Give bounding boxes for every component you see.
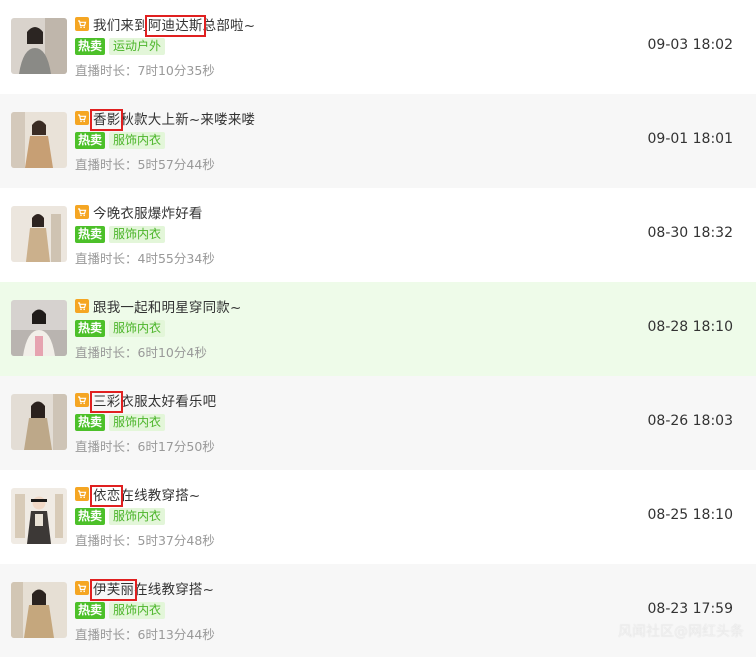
live-date: 08-23 17:59 — [647, 601, 733, 617]
live-replay-row[interactable]: 我们来到阿迪达斯总部啦~ 热卖 运动户外 直播时长：7时10分35秒 09-03… — [0, 0, 756, 94]
live-date: 08-30 18:32 — [647, 225, 733, 241]
live-thumbnail[interactable] — [11, 112, 67, 168]
shopping-cart-icon — [75, 393, 89, 407]
hot-sale-badge: 热卖 — [75, 508, 106, 525]
highlighted-brand: 伊芙丽 — [89, 579, 138, 601]
live-replay-row[interactable]: 香影秋款大上新~来喽来喽 热卖 服饰内衣 直播时长：5时57分44秒 09-01… — [0, 94, 756, 188]
live-replay-row[interactable]: 跟我一起和明星穿同款~ 热卖 服饰内衣 直播时长：6时10分4秒 08-28 1… — [0, 282, 756, 376]
live-title[interactable]: 香影秋款大上新~来喽来喽 — [89, 108, 255, 131]
highlighted-brand: 三彩 — [89, 391, 124, 413]
shopping-cart-icon — [75, 17, 89, 31]
highlighted-brand: 阿迪达斯 — [144, 15, 206, 37]
live-thumbnail[interactable] — [11, 488, 67, 544]
live-duration: 直播时长：5时37分48秒 — [75, 533, 215, 548]
hot-sale-badge: 热卖 — [75, 132, 106, 149]
live-date: 09-03 18:02 — [647, 37, 733, 53]
live-duration: 直播时长：6时17分50秒 — [75, 439, 215, 454]
category-tag: 服饰内衣 — [109, 414, 166, 431]
shopping-cart-icon — [75, 299, 89, 313]
hot-sale-badge: 热卖 — [75, 414, 106, 431]
live-thumbnail[interactable] — [11, 18, 67, 74]
live-title[interactable]: 依恋在线教穿搭~ — [89, 484, 200, 507]
shopping-cart-icon — [75, 581, 89, 595]
shopping-cart-icon — [75, 487, 89, 501]
live-title[interactable]: 今晚衣服爆炸好看 — [93, 202, 203, 222]
hot-sale-badge: 热卖 — [75, 38, 106, 55]
live-thumbnail[interactable] — [11, 300, 67, 356]
live-date: 09-01 18:01 — [647, 131, 733, 147]
live-title[interactable]: 我们来到阿迪达斯总部啦~ — [93, 14, 255, 37]
live-title[interactable]: 跟我一起和明星穿同款~ — [93, 296, 242, 316]
shopping-cart-icon — [75, 205, 89, 219]
highlighted-brand: 依恋 — [89, 485, 124, 507]
category-tag: 服饰内衣 — [109, 320, 166, 337]
live-duration: 直播时长：7时10分35秒 — [75, 63, 215, 78]
live-date: 08-26 18:03 — [647, 413, 733, 429]
category-tag: 服饰内衣 — [109, 602, 166, 619]
live-replay-row[interactable]: 伊芙丽在线教穿搭~ 热卖 服饰内衣 直播时长：6时13分44秒 08-23 17… — [0, 564, 756, 657]
category-tag: 服饰内衣 — [109, 226, 166, 243]
live-duration: 直播时长：6时10分4秒 — [75, 345, 207, 360]
live-replay-row[interactable]: 今晚衣服爆炸好看 热卖 服饰内衣 直播时长：4时55分34秒 08-30 18:… — [0, 188, 756, 282]
hot-sale-badge: 热卖 — [75, 602, 106, 619]
category-tag: 服饰内衣 — [109, 132, 166, 149]
hot-sale-badge: 热卖 — [75, 226, 106, 243]
live-thumbnail[interactable] — [11, 394, 67, 450]
live-title[interactable]: 三彩衣服太好看乐吧 — [89, 390, 216, 413]
live-date: 08-25 18:10 — [647, 507, 733, 523]
shopping-cart-icon — [75, 111, 89, 125]
live-title[interactable]: 伊芙丽在线教穿搭~ — [89, 578, 214, 601]
watermark-text: 风闻社区@网红头条 — [618, 624, 744, 640]
live-replay-row[interactable]: 依恋在线教穿搭~ 热卖 服饰内衣 直播时长：5时37分48秒 08-25 18:… — [0, 470, 756, 564]
hot-sale-badge: 热卖 — [75, 320, 106, 337]
category-tag: 运动户外 — [109, 38, 166, 55]
live-replay-list: 我们来到阿迪达斯总部啦~ 热卖 运动户外 直播时长：7时10分35秒 09-03… — [0, 0, 756, 657]
live-duration: 直播时长：4时55分34秒 — [75, 251, 215, 266]
live-duration: 直播时长：5时57分44秒 — [75, 157, 215, 172]
live-duration: 直播时长：6时13分44秒 — [75, 627, 215, 642]
category-tag: 服饰内衣 — [109, 508, 166, 525]
live-replay-row[interactable]: 三彩衣服太好看乐吧 热卖 服饰内衣 直播时长：6时17分50秒 08-26 18… — [0, 376, 756, 470]
live-date: 08-28 18:10 — [647, 319, 733, 335]
live-thumbnail[interactable] — [11, 206, 67, 262]
highlighted-brand: 香影 — [89, 109, 124, 131]
live-thumbnail[interactable] — [11, 582, 67, 638]
